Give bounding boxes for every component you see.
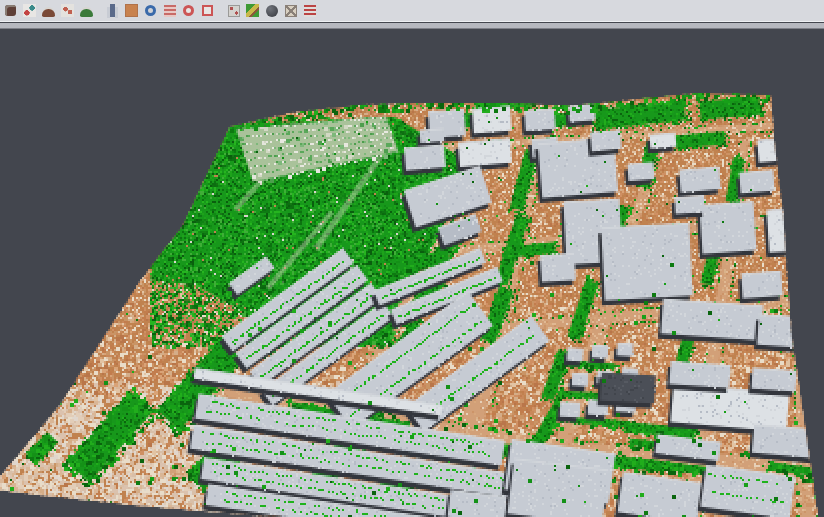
ring-red-icon-glyph	[183, 5, 194, 16]
sphere-dark-icon[interactable]	[263, 2, 280, 19]
scatter-points-icon-glyph	[23, 4, 36, 17]
layers-icon[interactable]	[161, 2, 178, 19]
point-pair-icon-glyph	[61, 4, 74, 17]
ring-red-icon[interactable]	[180, 2, 197, 19]
layers-icon-glyph	[164, 5, 176, 17]
column-icon[interactable]	[104, 2, 121, 19]
terrain-icon[interactable]	[40, 2, 57, 19]
frame-marks-icon[interactable]	[225, 2, 242, 19]
open-cloud-icon[interactable]	[2, 2, 19, 19]
viewport-3d[interactable]	[0, 29, 824, 517]
column-icon-glyph	[110, 4, 115, 17]
ortho-square-icon[interactable]	[123, 2, 140, 19]
ortho-square-icon-glyph	[125, 4, 138, 17]
scatter-points-icon[interactable]	[21, 2, 38, 19]
application-window	[0, 0, 824, 517]
flag-icon[interactable]	[301, 2, 318, 19]
hill-green-icon-glyph	[80, 9, 93, 17]
open-cloud-icon-glyph	[5, 5, 16, 16]
point-pair-icon[interactable]	[59, 2, 76, 19]
point-cloud-scene[interactable]	[0, 29, 824, 517]
globe-icon[interactable]	[142, 2, 159, 19]
expand-red-icon-glyph	[202, 5, 213, 16]
table-icon[interactable]	[282, 2, 299, 19]
toolbar	[0, 0, 824, 22]
sphere-dark-icon-glyph	[266, 5, 278, 17]
expand-red-icon[interactable]	[199, 2, 216, 19]
hill-green-icon[interactable]	[78, 2, 95, 19]
terrain-icon-glyph	[42, 9, 55, 17]
flag-icon-glyph	[304, 5, 316, 17]
table-icon-glyph	[285, 5, 297, 17]
classified-map-icon[interactable]	[244, 2, 261, 19]
globe-icon-glyph	[145, 5, 156, 16]
frame-marks-icon-glyph	[228, 5, 240, 17]
classified-map-icon-glyph	[246, 4, 259, 17]
